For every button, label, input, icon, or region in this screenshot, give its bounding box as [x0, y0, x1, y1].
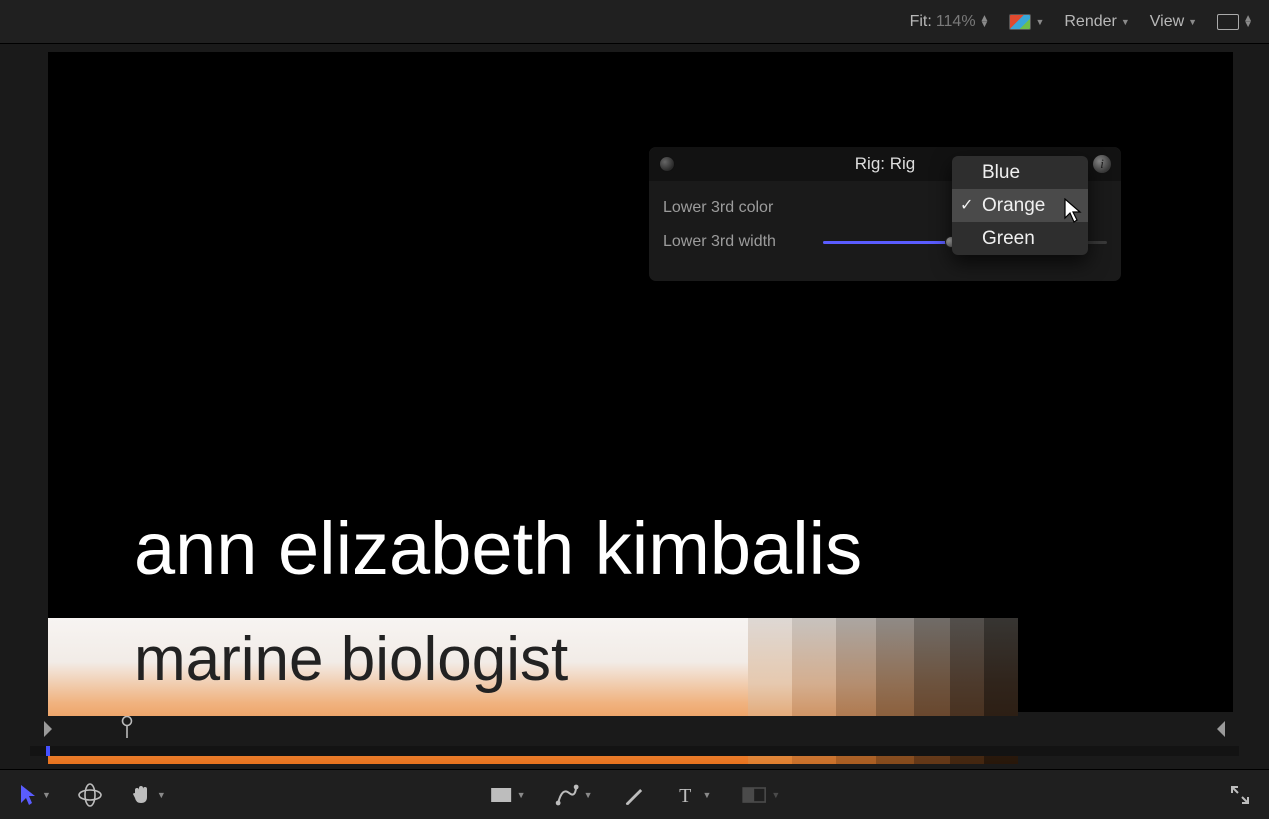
stepper-icon — [980, 16, 990, 28]
view-menu[interactable]: View — [1150, 13, 1197, 31]
render-label: Render — [1064, 13, 1116, 31]
hand-icon — [129, 783, 153, 807]
title-role-text: marine biologist — [134, 624, 568, 695]
viewport-icon — [1217, 14, 1239, 30]
stepper-icon — [1243, 16, 1253, 28]
orbit-icon — [77, 782, 103, 808]
select-tool[interactable] — [18, 783, 51, 807]
bezier-icon — [556, 783, 580, 807]
pen-tool[interactable] — [556, 783, 593, 807]
option-label: Blue — [982, 162, 1020, 184]
mask-rect-icon — [741, 785, 767, 805]
in-point-icon[interactable] — [42, 719, 54, 739]
fullscreen-button[interactable] — [1229, 784, 1251, 806]
chevron-down-icon — [517, 790, 526, 800]
chevron-down-icon — [584, 790, 593, 800]
title-name-text: ann elizabeth kimbalis — [134, 506, 862, 591]
chevron-down-icon — [1188, 17, 1197, 27]
slider-fill — [823, 241, 951, 244]
chevron-down-icon — [771, 790, 780, 800]
color-channel-control[interactable] — [1009, 14, 1044, 30]
mini-timeline-ruler[interactable] — [30, 716, 1239, 746]
chevron-down-icon — [1035, 17, 1044, 27]
rectangle-icon — [489, 785, 513, 805]
svg-text:T: T — [680, 785, 692, 806]
chevron-down-icon — [42, 790, 51, 800]
chevron-down-icon — [157, 790, 166, 800]
shape-tool[interactable] — [489, 785, 526, 805]
render-menu[interactable]: Render — [1064, 13, 1129, 31]
arrow-cursor-icon — [18, 783, 38, 807]
option-label: Orange — [982, 195, 1045, 217]
dropdown-option-green[interactable]: Green — [952, 222, 1088, 255]
playhead-icon[interactable] — [120, 716, 134, 740]
mask-tool[interactable] — [741, 785, 780, 805]
param-label-color: Lower 3rd color — [663, 199, 823, 217]
pan-tool[interactable] — [129, 783, 166, 807]
viewer-toolbar: Fit: 114% Render View — [0, 0, 1269, 44]
canvas-toolbar: T — [0, 769, 1269, 819]
info-icon[interactable]: i — [1093, 155, 1111, 173]
fit-value: 114% — [936, 13, 976, 31]
checkmark-icon: ✓ — [960, 195, 973, 215]
param-label-width: Lower 3rd width — [663, 233, 823, 251]
fit-zoom-control[interactable]: Fit: 114% — [910, 13, 990, 31]
viewport-layout-control[interactable] — [1217, 14, 1253, 30]
color-channels-icon — [1009, 14, 1031, 30]
option-label: Green — [982, 228, 1035, 250]
expand-icon — [1229, 784, 1251, 806]
brush-icon — [623, 783, 647, 807]
timeline-marker — [46, 746, 50, 756]
chevron-down-icon — [1121, 17, 1130, 27]
dropdown-option-blue[interactable]: Blue — [952, 156, 1088, 189]
text-icon: T — [677, 784, 699, 806]
mini-timeline-strip[interactable] — [30, 746, 1239, 756]
paint-stroke-tool[interactable] — [623, 783, 647, 807]
chevron-down-icon — [703, 790, 712, 800]
view-label: View — [1150, 13, 1184, 31]
text-tool[interactable]: T — [677, 784, 712, 806]
mouse-cursor-icon — [1064, 198, 1084, 224]
fit-label: Fit: — [910, 13, 932, 31]
out-point-icon[interactable] — [1215, 719, 1227, 739]
3d-transform-tool[interactable] — [77, 782, 103, 808]
